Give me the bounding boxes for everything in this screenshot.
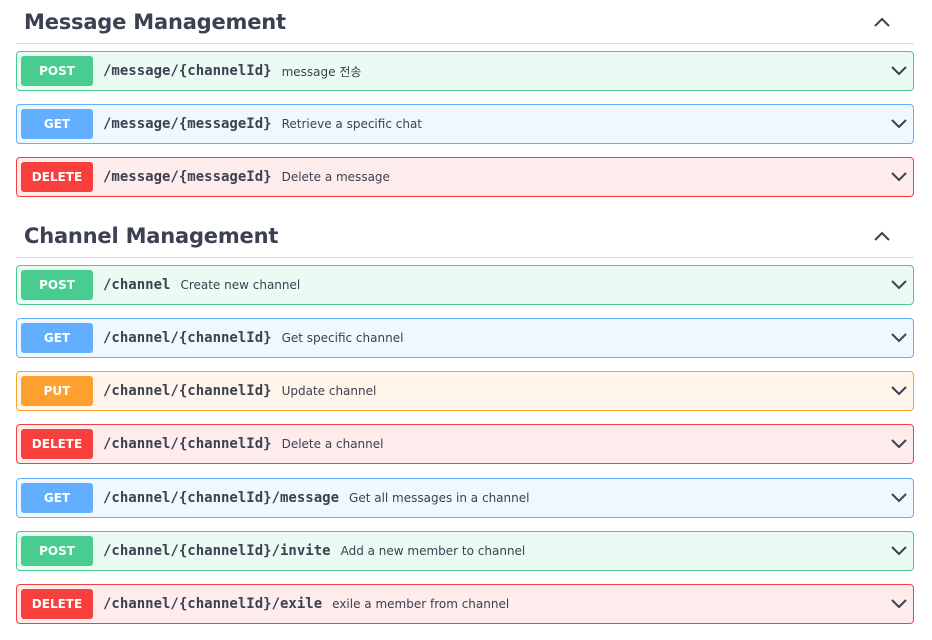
- operation-post-channel[interactable]: POST /channel Create new channel: [16, 265, 914, 305]
- operation-path: /message/{channelId}: [103, 63, 272, 79]
- expand-operation-button[interactable]: [889, 114, 909, 134]
- operation-path: /channel/{channelId}: [103, 436, 272, 452]
- chevron-down-icon: [891, 599, 907, 609]
- collapse-section-button[interactable]: [864, 218, 900, 254]
- expand-operation-button[interactable]: [889, 488, 909, 508]
- expand-operation-button[interactable]: [889, 594, 909, 614]
- method-badge: GET: [21, 483, 93, 513]
- operation-put-channel-channelid[interactable]: PUT /channel/{channelId} Update channel: [16, 371, 914, 411]
- chevron-down-icon: [891, 66, 907, 76]
- operation-path: /message/{messageId}: [103, 116, 272, 132]
- expand-operation-button[interactable]: [889, 541, 909, 561]
- operation-get-message-messageid[interactable]: GET /message/{messageId} Retrieve a spec…: [16, 104, 914, 144]
- operation-path: /channel/{channelId}: [103, 330, 272, 346]
- chevron-down-icon: [891, 493, 907, 503]
- chevron-down-icon: [891, 333, 907, 343]
- method-badge: POST: [21, 56, 93, 86]
- section-title: Message Management: [24, 9, 286, 34]
- method-badge: PUT: [21, 376, 93, 406]
- operation-path: /channel/{channelId}/invite: [103, 543, 331, 559]
- operation-post-channel-channelid-invite[interactable]: POST /channel/{channelId}/invite Add a n…: [16, 531, 914, 571]
- collapse-section-button[interactable]: [864, 4, 900, 40]
- operation-path: /channel/{channelId}: [103, 383, 272, 399]
- operation-get-channel-channelid-message[interactable]: GET /channel/{channelId}/message Get all…: [16, 478, 914, 518]
- chevron-up-icon: [874, 17, 890, 27]
- method-badge: DELETE: [21, 162, 93, 192]
- operation-summary: Retrieve a specific chat: [281, 117, 422, 131]
- expand-operation-button[interactable]: [889, 328, 909, 348]
- section-header-channel-management[interactable]: Channel Management: [16, 214, 914, 258]
- method-badge: POST: [21, 536, 93, 566]
- method-badge: POST: [21, 270, 93, 300]
- expand-operation-button[interactable]: [889, 167, 909, 187]
- chevron-down-icon: [891, 119, 907, 129]
- operation-path: /channel: [103, 277, 171, 293]
- operation-summary: Get specific channel: [281, 331, 404, 345]
- operation-summary: Get all messages in a channel: [349, 491, 530, 505]
- method-badge: GET: [21, 323, 93, 353]
- operation-delete-channel-channelid[interactable]: DELETE /channel/{channelId} Delete a cha…: [16, 424, 914, 464]
- chevron-down-icon: [891, 546, 907, 556]
- operation-summary: Create new channel: [180, 278, 301, 292]
- operation-summary: exile a member from channel: [332, 597, 510, 611]
- expand-operation-button[interactable]: [889, 275, 909, 295]
- chevron-down-icon: [891, 172, 907, 182]
- operation-summary: Delete a channel: [281, 437, 384, 451]
- operation-delete-channel-channelid-exile[interactable]: DELETE /channel/{channelId}/exile exile …: [16, 584, 914, 624]
- expand-operation-button[interactable]: [889, 381, 909, 401]
- method-badge: GET: [21, 109, 93, 139]
- section-header-message-management[interactable]: Message Management: [16, 0, 914, 44]
- operation-delete-message-messageid[interactable]: DELETE /message/{messageId} Delete a mes…: [16, 157, 914, 197]
- chevron-up-icon: [874, 231, 890, 241]
- chevron-down-icon: [891, 280, 907, 290]
- operation-summary: message 전송: [281, 64, 362, 79]
- operation-get-channel-channelid[interactable]: GET /channel/{channelId} Get specific ch…: [16, 318, 914, 358]
- expand-operation-button[interactable]: [889, 434, 909, 454]
- operation-post-message-channelid[interactable]: POST /message/{channelId} message 전송: [16, 51, 914, 91]
- operation-summary: Delete a message: [281, 170, 390, 184]
- method-badge: DELETE: [21, 429, 93, 459]
- chevron-down-icon: [891, 386, 907, 396]
- chevron-down-icon: [891, 439, 907, 449]
- section-title: Channel Management: [24, 223, 279, 248]
- operation-path: /channel/{channelId}/message: [103, 490, 340, 506]
- operation-summary: Update channel: [281, 384, 377, 398]
- operation-path: /message/{messageId}: [103, 169, 272, 185]
- operation-path: /channel/{channelId}/exile: [103, 596, 323, 612]
- expand-operation-button[interactable]: [889, 61, 909, 81]
- operation-summary: Add a new member to channel: [340, 544, 526, 558]
- method-badge: DELETE: [21, 589, 93, 619]
